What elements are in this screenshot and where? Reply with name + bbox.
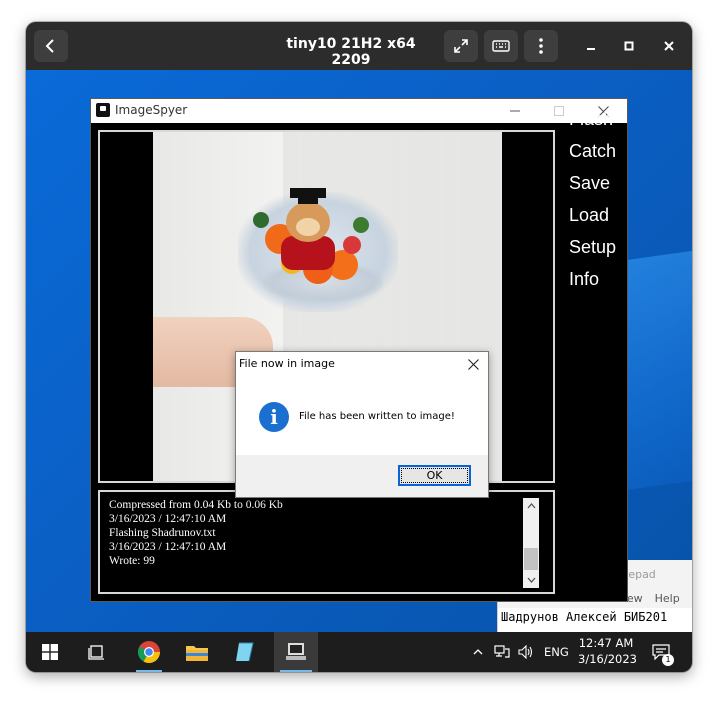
chevron-up-icon (527, 503, 535, 509)
photo-leaf (253, 212, 269, 228)
dialog-title: File now in image (239, 357, 335, 370)
network-icon (494, 645, 510, 658)
volume-button[interactable] (516, 632, 536, 672)
notification-badge: 1 (662, 654, 674, 666)
menu-kebab-icon (539, 38, 543, 54)
photo-graduation-cap-base (298, 194, 318, 204)
language-indicator[interactable]: ENG (544, 645, 569, 659)
log-output[interactable]: Compressed from 0.04 Kb to 0.06 Kb 3/16/… (98, 490, 555, 594)
info-icon: i (259, 402, 289, 432)
taskbar-file-explorer[interactable] (178, 632, 216, 672)
start-button[interactable] (36, 632, 64, 672)
minimize-icon (510, 110, 520, 112)
dialog-close-button[interactable] (464, 355, 482, 373)
menu-setup[interactable]: Setup (569, 237, 616, 258)
dialog-message: File has been written to image! (299, 411, 455, 422)
close-icon (664, 41, 674, 51)
taskbar-notebook-app[interactable] (226, 632, 264, 672)
photo-bear-face (296, 218, 320, 236)
dialog-footer: OK (236, 455, 488, 497)
active-indicator (280, 670, 312, 672)
vm-maximize-button[interactable] (617, 34, 641, 58)
network-button[interactable] (492, 632, 512, 672)
taskbar-chrome[interactable] (130, 632, 168, 672)
chevron-up-icon (473, 649, 483, 655)
log-line: 3/16/2023 / 12:47:10 AM (109, 541, 227, 553)
log-line: 3/16/2023 / 12:47:10 AM (109, 513, 227, 525)
photo-leaf (353, 217, 369, 233)
vm-minimize-button[interactable] (579, 34, 603, 58)
fullscreen-icon (454, 39, 468, 53)
clock-time: 12:47 AM (578, 636, 634, 650)
imagespyer-taskbar-icon (286, 643, 306, 660)
menu-load[interactable]: Load (569, 205, 609, 226)
close-icon (467, 358, 479, 370)
taskbar-clock[interactable]: 12:47 AM 3/16/2023 (578, 635, 637, 667)
keyboard-icon (492, 40, 510, 52)
vm-close-button[interactable] (657, 34, 681, 58)
file-explorer-icon (186, 646, 208, 661)
log-line: Wrote: 99 (109, 555, 155, 567)
menu-flash[interactable]: Flash (569, 109, 613, 130)
imagespyer-app-icon (96, 103, 110, 117)
task-view-button[interactable] (82, 632, 112, 672)
taskbar-imagespyer[interactable] (274, 632, 318, 672)
notifications-button[interactable]: 1 (648, 632, 674, 672)
menu-info[interactable]: Info (569, 269, 599, 290)
maximize-icon (554, 106, 564, 116)
imagespyer-title: ImageSpyer (115, 103, 188, 117)
scroll-up-button[interactable] (523, 498, 539, 514)
task-view-icon (88, 645, 104, 660)
menu-save[interactable]: Save (569, 173, 610, 194)
app-icon-notebook (236, 642, 254, 662)
chrome-icon (138, 641, 160, 663)
active-indicator (136, 670, 162, 672)
imagespyer-window: ImageSpyer Flash Catch Save Load Setup I… (90, 98, 628, 602)
back-icon (45, 39, 54, 53)
app-minimize-button[interactable] (495, 101, 535, 121)
start-icon (42, 644, 58, 660)
log-line: Compressed from 0.04 Kb to 0.06 Kb (109, 499, 283, 511)
log-line: Flashing Shadrunov.txt (109, 527, 216, 539)
vm-viewer-window: tiny10 21H2 x64 2209 tepad File Edit (26, 22, 692, 672)
back-button[interactable] (34, 30, 68, 62)
scroll-down-button[interactable] (523, 572, 539, 588)
scroll-thumb[interactable] (524, 548, 538, 570)
chevron-down-icon (527, 577, 535, 583)
vm-title: tiny10 21H2 x64 2209 (286, 36, 416, 68)
imagespyer-titlebar: ImageSpyer (91, 99, 627, 123)
tray-overflow-button[interactable] (470, 632, 486, 672)
minimize-icon (587, 48, 595, 50)
vm-menu-button[interactable] (524, 30, 558, 62)
volume-icon (518, 645, 533, 659)
taskbar: ENG 12:47 AM 3/16/2023 1 (26, 632, 692, 672)
notepad-menu-help[interactable]: Help (655, 592, 680, 605)
maximize-icon (624, 41, 634, 51)
vm-header-bar: tiny10 21H2 x64 2209 (26, 22, 692, 70)
notepad-text-area[interactable]: Шадрунов Алексей БИБ201 (498, 608, 692, 632)
log-scrollbar[interactable] (523, 498, 539, 588)
keyboard-button[interactable] (484, 30, 518, 62)
clock-date: 3/16/2023 (578, 652, 637, 666)
notepad-title: tepad (624, 568, 656, 581)
windows-desktop: tepad File Edit Format View Help Шадруно… (26, 70, 692, 632)
photo-flower (343, 236, 361, 254)
menu-catch[interactable]: Catch (569, 141, 616, 162)
info-dialog: File now in image i File has been writte… (235, 351, 489, 498)
fullscreen-button[interactable] (444, 30, 478, 62)
ok-button[interactable]: OK (398, 465, 471, 486)
